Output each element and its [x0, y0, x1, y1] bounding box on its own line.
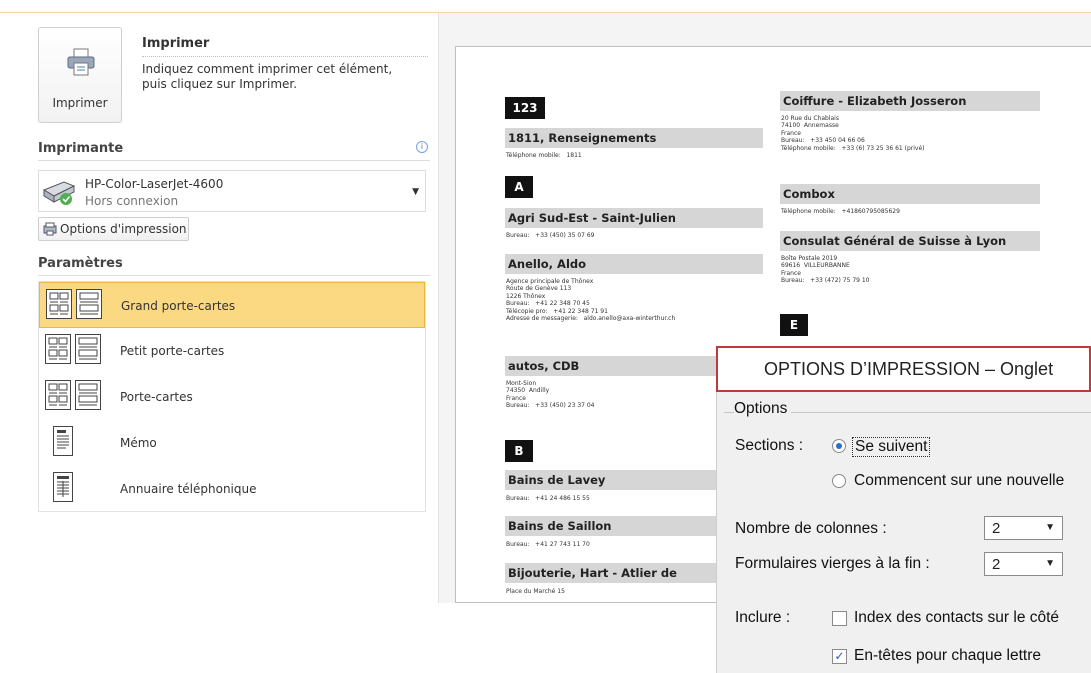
contact-name: Combox [780, 184, 1040, 204]
separator [38, 275, 430, 276]
sections-label: Sections : [735, 437, 804, 454]
card-style-icon [45, 380, 71, 410]
style-label: Mémo [120, 436, 157, 450]
print-options-button[interactable]: Options d'impression [38, 217, 189, 241]
sections-option-continuous[interactable]: Se suivent [852, 437, 931, 457]
blank-forms-value: 2 [992, 556, 1001, 573]
separator [38, 160, 430, 161]
contact-name: Agri Sud-Est - Saint-Julien [505, 208, 763, 228]
letter-header: E [780, 314, 808, 336]
contact-name: Bijouterie, Hart - Atlier de [505, 563, 720, 583]
chevron-down-icon: ▼ [1045, 558, 1055, 569]
print-options-label: Options d'impression [60, 222, 187, 236]
card-style-icon [75, 334, 101, 364]
chevron-down-icon: ▼ [412, 187, 419, 197]
card-style-icon [76, 289, 102, 319]
contact-details: Téléphone mobile: 1811 [506, 152, 582, 159]
letter-header: 123 [505, 97, 545, 119]
printer-name: HP-Color-LaserJet-4600 [85, 177, 224, 191]
dialog-banner: OPTIONS D’IMPRESSION – Onglet [716, 346, 1091, 392]
contact-name: Bains de Saillon [505, 516, 720, 536]
settings-section-title: Paramètres [38, 256, 123, 271]
letter-header: A [505, 176, 533, 198]
contact-details: Bureau: +41 24 486 15 55 [506, 495, 590, 502]
printer-dropdown[interactable]: HP-Color-LaserJet-4600 Hors connexion ▼ [38, 170, 426, 212]
include-label: Inclure : [735, 609, 791, 626]
columns-select[interactable]: 2 ▼ [984, 516, 1063, 540]
style-large-card[interactable]: Grand porte-cartes [39, 282, 425, 328]
card-style-icon [45, 334, 71, 364]
info-icon[interactable]: i [416, 141, 428, 153]
columns-value: 2 [992, 520, 1001, 537]
style-label: Grand porte-cartes [121, 299, 236, 313]
checkbox-contact-index[interactable] [832, 611, 847, 626]
phone-directory-icon [53, 472, 73, 502]
contact-details: 20 Rue du Chablais 74100 Annemasse Franc… [781, 115, 925, 152]
blank-forms-select[interactable]: 2 ▼ [984, 552, 1063, 576]
print-button[interactable]: Imprimer [38, 27, 122, 123]
contact-name: 1811, Renseignements [505, 128, 763, 148]
card-style-icon [46, 289, 72, 319]
printer-status: Hors connexion [85, 194, 179, 208]
style-phone-directory[interactable]: Annuaire téléphonique [39, 466, 425, 512]
style-label: Porte-cartes [120, 390, 193, 404]
separator [142, 56, 428, 58]
contact-details: Bureau: +41 27 743 11 70 [506, 541, 590, 548]
contact-details: Bureau: +33 (450) 35 07 69 [506, 232, 595, 239]
include-option-index[interactable]: Index des contacts sur le côté [854, 609, 1059, 627]
contact-name: Bains de Lavey [505, 470, 720, 490]
contact-details: Place du Marché 15 [506, 588, 565, 595]
contact-name: Anello, Aldo [505, 254, 763, 274]
blank-forms-label: Formulaires vierges à la fin : [735, 555, 930, 572]
radio-sections-continuous[interactable] [832, 439, 846, 453]
options-group-label: Options [734, 400, 792, 418]
include-option-headings[interactable]: En-têtes pour chaque lettre [854, 647, 1041, 665]
print-button-label: Imprimer [52, 96, 108, 110]
printer-offline-icon [42, 181, 76, 205]
radio-sections-new-page[interactable] [832, 474, 846, 488]
printer-icon [67, 48, 95, 76]
contact-name: Consulat Général de Suisse à Lyon [780, 231, 1040, 251]
print-options-icon [43, 222, 57, 236]
style-label: Annuaire téléphonique [120, 482, 257, 496]
sections-option-new-page[interactable]: Commencent sur une nouvelle [854, 472, 1064, 490]
contact-details: Boîte Postale 2019 69616 VILLEURBANNE Fr… [781, 255, 870, 285]
contact-details: Téléphone mobile: +41860795085629 [781, 208, 900, 215]
checkbox-letter-headings[interactable]: ✓ [832, 649, 847, 664]
contact-details: Mont-Sion 74350 Andilly France Bureau: +… [506, 380, 595, 410]
contact-details: Agence principale de Thônex Route de Gen… [506, 278, 676, 323]
style-card[interactable]: Porte-cartes [39, 374, 425, 420]
style-memo[interactable]: Mémo [39, 420, 425, 466]
contact-name: Coiffure - Elizabeth Josseron [780, 91, 1040, 111]
style-label: Petit porte-cartes [120, 344, 225, 358]
print-style-list: Grand porte-cartes Petit porte-cartes Po… [38, 281, 426, 512]
contact-name: autos, CDB [505, 356, 720, 376]
chevron-down-icon: ▼ [1045, 522, 1055, 533]
card-style-icon [75, 380, 101, 410]
printer-section-title: Imprimante [38, 141, 124, 156]
columns-label: Nombre de colonnes : [735, 520, 887, 537]
print-title: Imprimer [142, 36, 210, 51]
memo-style-icon [53, 426, 73, 456]
letter-header: B [505, 440, 533, 462]
print-description: Indiquez comment imprimer cet élément, p… [142, 62, 393, 91]
style-small-card[interactable]: Petit porte-cartes [39, 328, 425, 374]
